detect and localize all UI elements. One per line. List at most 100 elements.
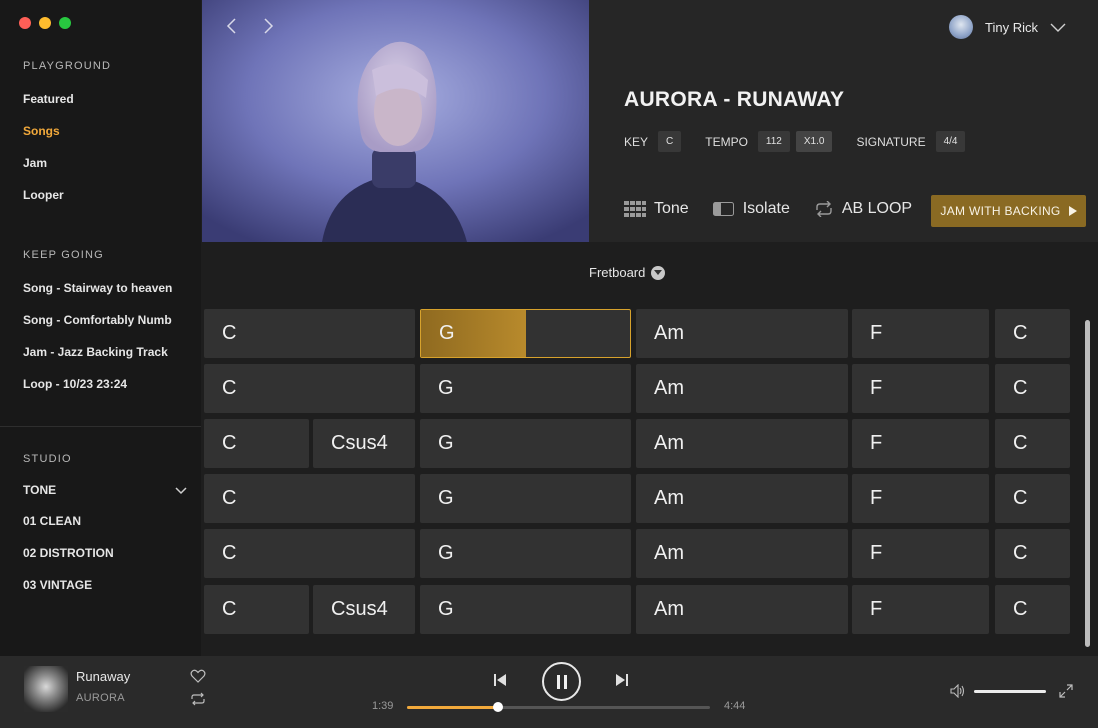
chord-label: G <box>438 377 454 399</box>
tone-item-clean[interactable]: 01 CLEAN <box>23 514 81 528</box>
avatar[interactable] <box>949 15 974 39</box>
recent-item-stairway[interactable]: Song - Stairway to heaven <box>23 281 172 295</box>
key-value[interactable]: C <box>658 131 682 152</box>
chord-cell[interactable]: C <box>204 585 309 634</box>
play-triangle-icon <box>1068 206 1077 216</box>
chord-cell[interactable]: C <box>204 419 309 468</box>
isolate-tool-label: Isolate <box>742 200 790 217</box>
album-cover[interactable] <box>24 666 68 712</box>
chevron-down-icon[interactable] <box>1050 21 1066 33</box>
forward-arrow-icon[interactable] <box>260 17 276 35</box>
volume-slider[interactable] <box>974 690 1046 693</box>
ab-loop-button[interactable]: AB LOOP <box>814 200 912 218</box>
tone-item-vintage[interactable]: 03 VINTAGE <box>23 578 92 592</box>
tone-item-distortion[interactable]: 02 DISTROTION <box>23 546 114 560</box>
chord-cell[interactable]: Am <box>636 585 848 634</box>
chord-cell[interactable]: G <box>420 585 631 634</box>
heart-icon[interactable] <box>190 669 206 683</box>
chord-cell[interactable]: Am <box>636 419 848 468</box>
chord-cell[interactable]: G <box>420 419 631 468</box>
signature-value[interactable]: 4/4 <box>935 131 966 152</box>
isolate-tool-button[interactable]: Isolate <box>712 200 790 218</box>
volume-icon[interactable] <box>950 684 966 698</box>
chord-cell-active[interactable]: G <box>420 309 631 358</box>
chord-cell[interactable]: F <box>852 309 989 358</box>
chord-cell[interactable]: C <box>995 419 1070 468</box>
chord-row: C G Am F C <box>204 364 1070 413</box>
tone-dropdown[interactable]: TONE <box>23 483 56 497</box>
recent-item-jazz-backing[interactable]: Jam - Jazz Backing Track <box>23 345 168 359</box>
jam-button-label: JAM WITH BACKING <box>940 204 1061 218</box>
chord-cell[interactable]: Am <box>636 474 848 523</box>
expand-icon[interactable] <box>1059 684 1073 698</box>
user-menu[interactable]: Tiny Rick <box>949 15 1066 39</box>
progress-fill <box>407 706 498 709</box>
chord-cell[interactable]: G <box>420 529 631 578</box>
song-meta: KEY C TEMPO 112 X1.0 SIGNATURE 4/4 <box>624 131 989 152</box>
isolate-icon <box>712 202 734 216</box>
maximize-window-button[interactable] <box>59 17 71 29</box>
chord-cell[interactable]: G <box>420 364 631 413</box>
volume-fill <box>974 690 1046 693</box>
tempo-value[interactable]: 112 <box>757 131 790 152</box>
chord-cell[interactable]: Csus4 <box>313 419 415 468</box>
playground-section-title: PLAYGROUND <box>23 60 112 72</box>
chord-cell[interactable]: F <box>852 419 989 468</box>
chord-cell[interactable]: C <box>204 474 415 523</box>
chord-cell[interactable]: Am <box>636 529 848 578</box>
minimize-window-button[interactable] <box>39 17 51 29</box>
sidebar-item-songs[interactable]: Songs <box>23 124 60 138</box>
chord-cell[interactable]: C <box>995 474 1070 523</box>
chord-label: C <box>222 598 237 620</box>
chord-cell[interactable]: C <box>204 364 415 413</box>
chevron-down-icon[interactable] <box>174 484 188 498</box>
next-track-icon[interactable] <box>614 672 630 688</box>
chord-cell[interactable]: C <box>204 309 415 358</box>
total-time: 4:44 <box>724 700 746 712</box>
speed-value[interactable]: X1.0 <box>795 131 833 152</box>
chord-label: C <box>222 542 237 564</box>
recent-item-comfortably-numb[interactable]: Song - Comfortably Numb <box>23 313 172 327</box>
chord-cell[interactable]: C <box>995 309 1070 358</box>
chord-cell[interactable]: F <box>852 529 989 578</box>
chord-label: Am <box>654 542 684 564</box>
chord-cell[interactable]: Am <box>636 364 848 413</box>
player-artist[interactable]: AURORA <box>76 692 125 704</box>
sidebar-item-featured[interactable]: Featured <box>23 92 74 106</box>
tone-tool-button[interactable]: Tone <box>624 200 689 218</box>
player-song-title[interactable]: Runaway <box>76 669 130 684</box>
chord-cell[interactable]: C <box>995 364 1070 413</box>
tone-tool-label: Tone <box>654 200 689 217</box>
sidebar-item-jam[interactable]: Jam <box>23 156 47 170</box>
chord-label: Csus4 <box>331 432 388 454</box>
fretboard-label: Fretboard <box>589 265 646 280</box>
progress-slider[interactable] <box>407 702 710 712</box>
chord-row: C G Am F C <box>204 529 1070 578</box>
song-video-thumbnail[interactable] <box>202 0 589 242</box>
chord-cell[interactable]: C <box>204 529 415 578</box>
chord-cell[interactable]: C <box>995 585 1070 634</box>
pause-button[interactable] <box>542 662 581 701</box>
recent-item-loop[interactable]: Loop - 10/23 23:24 <box>23 377 127 391</box>
chord-progress-fill <box>421 310 526 357</box>
grid-icon <box>624 201 646 217</box>
chord-cell[interactable]: F <box>852 585 989 634</box>
chord-label: C <box>222 322 237 344</box>
previous-track-icon[interactable] <box>492 672 508 688</box>
chord-cell[interactable]: Csus4 <box>313 585 415 634</box>
repeat-icon[interactable] <box>190 692 206 706</box>
sidebar-item-looper[interactable]: Looper <box>23 188 64 202</box>
chord-cell[interactable]: F <box>852 474 989 523</box>
progress-handle[interactable] <box>492 702 503 712</box>
chord-cell[interactable]: Am <box>636 309 848 358</box>
chord-cell[interactable]: F <box>852 364 989 413</box>
chord-cell[interactable]: G <box>420 474 631 523</box>
fretboard-toggle[interactable]: Fretboard <box>589 265 666 280</box>
dropdown-icon[interactable] <box>651 265 666 280</box>
chord-row: C Csus4 G Am F C <box>204 585 1070 634</box>
back-arrow-icon[interactable] <box>224 17 240 35</box>
jam-with-backing-button[interactable]: JAM WITH BACKING <box>931 195 1086 227</box>
close-window-button[interactable] <box>19 17 31 29</box>
chord-cell[interactable]: C <box>995 529 1070 578</box>
chord-grid-scrollbar[interactable] <box>1085 320 1090 647</box>
